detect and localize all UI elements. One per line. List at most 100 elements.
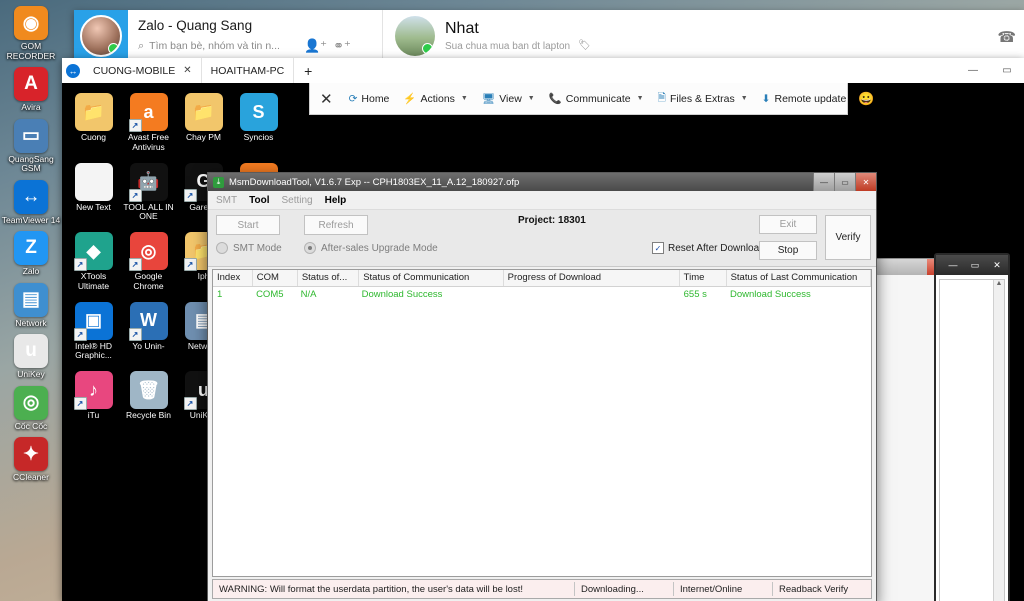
- text-file-icon: [74, 162, 113, 201]
- smiley-icon[interactable]: 😀: [858, 91, 874, 107]
- remote-desktop-icon[interactable]: New Text: [66, 162, 121, 223]
- table-cell-time: 655 s: [683, 289, 707, 300]
- host-desktop-icon[interactable]: ◉ GOM RECORDER: [0, 6, 62, 61]
- menu-item-tool[interactable]: Tool: [249, 195, 269, 206]
- start-button[interactable]: Start: [216, 215, 280, 235]
- minimize-button[interactable]: —: [956, 58, 990, 83]
- search-input[interactable]: ⌕ Tìm bạn bè, nhóm và tin n...: [138, 40, 298, 53]
- download-status-table: Index COM Status of... Status of Communicat…: [212, 269, 872, 577]
- refresh-button[interactable]: Refresh: [304, 215, 368, 235]
- background-window-secondary[interactable]: — ▭ ✕ ▲ ▼: [934, 253, 1010, 601]
- host-desktop-icon[interactable]: A Avira: [0, 67, 62, 113]
- phone-icon[interactable]: ☎: [997, 28, 1016, 46]
- add-friend-icon[interactable]: 👤⁺: [304, 38, 327, 54]
- shortcut-arrow-icon: ↗: [183, 397, 197, 411]
- teamviewer-window: ↔ CUONG-MOBILE ✕ HOAITHAM-PC + — ▭ 📁 Cuon…: [62, 58, 1024, 601]
- remote-desktop-icon[interactable]: 📁 Cuong: [66, 93, 121, 153]
- icon-label: New Text: [76, 201, 111, 212]
- toolbar-item-actions[interactable]: ⚡ Actions ▼: [397, 92, 473, 106]
- remote-desktop-icon[interactable]: S Syncios: [231, 93, 286, 153]
- column-header: Status of Communication: [359, 270, 504, 286]
- table-row[interactable]: 1 COM5 N/A Download Success 655 s Download Su…: [213, 287, 871, 302]
- host-desktop-icon[interactable]: u UniKey: [0, 334, 62, 380]
- menu-item-setting[interactable]: Setting: [281, 195, 312, 206]
- window-controls: — ▭: [956, 58, 1024, 83]
- remote-control-toolbar: ✕ ⟳ Home ⚡ Actions ▼ 🖥 View ▼ 📞 Communicate ▼ 🗎 File…: [309, 83, 874, 115]
- stop-button[interactable]: Stop: [759, 241, 817, 260]
- project-label: Project: 18301: [518, 215, 586, 226]
- maximize-button[interactable]: ▭: [964, 260, 986, 271]
- shortcut-arrow-icon: ↗: [73, 397, 87, 411]
- toolbar-item-home[interactable]: ⟳ Home: [343, 93, 396, 105]
- menu-item-help[interactable]: Help: [325, 195, 347, 206]
- scroll-up-arrow-icon[interactable]: ▲: [994, 280, 1004, 287]
- remote-desktop-icon[interactable]: ▣ ↗ Intel® HD Graphic...: [66, 301, 121, 362]
- add-group-icon[interactable]: ⚭⁺: [333, 38, 351, 54]
- remote-desktop-icon[interactable]: ◎ ↗ Google Chrome: [121, 232, 176, 292]
- remote-desktop-icon[interactable]: W ↗ Yo Unin-: [121, 301, 176, 362]
- maximize-button[interactable]: ▭: [990, 58, 1024, 83]
- minimize-button[interactable]: —: [942, 260, 964, 270]
- icon-label: Chay PM: [186, 132, 221, 142]
- remote-desktop-icon[interactable]: 📁 Chay PM: [176, 93, 231, 153]
- msm-titlebar[interactable]: ⤓ MsmDownloadTool, V1.6.7 Exp -- CPH1803…: [208, 173, 876, 191]
- after-sales-upgrade-mode-radio[interactable]: After-sales Upgrade Mode: [304, 242, 438, 254]
- toolbar-item-label: Files & Extras: [669, 92, 735, 105]
- window-controls: — ▭ ✕: [813, 173, 876, 191]
- scrollbar[interactable]: ▲ ▼: [993, 280, 1004, 601]
- table-cell-status-of-last-communication: Download Success: [730, 289, 811, 300]
- host-desktop-icon[interactable]: Z Zalo: [0, 231, 62, 277]
- window-title: MsmDownloadTool, V1.6.7 Exp -- CPH1803EX…: [229, 176, 520, 188]
- reset-after-download-checkbox[interactable]: ✓ Reset After Download: [652, 242, 765, 254]
- after-sales-mode-label: After-sales Upgrade Mode: [321, 242, 438, 254]
- close-icon[interactable]: ✕: [183, 65, 191, 76]
- maximize-button[interactable]: ▭: [834, 173, 855, 191]
- network-icon: ▤: [14, 282, 48, 317]
- icon-label: iTu: [87, 410, 100, 421]
- teamviewer-logo-icon: ↔: [62, 58, 84, 83]
- tab-cuong-mobile[interactable]: CUONG-MOBILE ✕: [84, 58, 202, 83]
- new-tab-button[interactable]: +: [294, 58, 322, 83]
- toolbar-item-view[interactable]: 🖥 View ▼: [476, 92, 541, 106]
- remote-desktop-icon[interactable]: 🗑 Recycle Bin: [121, 371, 176, 421]
- teamviewer-icon: ↔: [14, 179, 48, 214]
- remote-desktop-icon[interactable]: 🤖 ↗ TOOL ALL IN ONE: [121, 162, 176, 223]
- host-desktop-icon[interactable]: ↔ TeamViewer 14: [0, 179, 62, 226]
- toolbar-item-files-extras[interactable]: 🗎 Files & Extras ▼: [652, 90, 754, 108]
- menu-item-smt[interactable]: SMT: [216, 195, 237, 206]
- coccoc-icon: ◎: [14, 385, 48, 420]
- search-placeholder: Tìm bạn bè, nhóm và tin n...: [149, 40, 280, 52]
- msm-menubar: SMT Tool Setting Help: [208, 191, 876, 210]
- intel-hd-graphics-icon: ▣ ↗: [73, 301, 113, 341]
- host-desktop-icon[interactable]: ✦ CCleaner: [0, 437, 62, 483]
- home-icon: ⟳: [348, 92, 358, 105]
- folder-user-icon: 📁: [74, 93, 113, 131]
- teamviewer-tabbar: ↔ CUONG-MOBILE ✕ HOAITHAM-PC + — ▭: [62, 58, 1024, 84]
- avatar[interactable]: [395, 16, 435, 56]
- folder-media-icon: 📁: [184, 93, 223, 131]
- toolbar-item-label: View: [499, 92, 522, 105]
- smt-mode-radio[interactable]: SMT Mode: [216, 242, 282, 254]
- desktop-root: ◉ GOM RECORDER A Avira ▭ QuangSang GSM ↔ TeamVi…: [0, 0, 1024, 601]
- exit-button[interactable]: Exit: [759, 215, 817, 234]
- remote-desktop-icon[interactable]: ◆ ↗ XTools Ultimate: [66, 232, 121, 292]
- syncios-icon: S: [239, 93, 278, 131]
- icon-label: Network: [15, 317, 47, 328]
- toolbar-item-communicate[interactable]: 📞 Communicate ▼: [543, 92, 650, 106]
- tag-icon[interactable]: 🏷: [578, 40, 591, 51]
- shortcut-arrow-icon: ↗: [183, 258, 197, 272]
- avatar[interactable]: [80, 15, 122, 57]
- icon-label: Intel® HD Graphic...: [75, 340, 112, 361]
- host-desktop-icon[interactable]: ▤ Network: [0, 282, 62, 329]
- close-button[interactable]: ✕: [855, 173, 876, 191]
- host-desktop-icon[interactable]: ◎ Cốc Cốc: [0, 385, 62, 432]
- close-button[interactable]: ✕: [986, 260, 1008, 271]
- toolbar-item-remote-update[interactable]: ⬇ Remote update: [756, 93, 853, 105]
- close-session-button[interactable]: ✕: [318, 90, 341, 108]
- verify-button[interactable]: Verify: [825, 215, 871, 260]
- remote-desktop-icon[interactable]: ♪ ↗ iTu: [66, 371, 121, 421]
- minimize-button[interactable]: —: [813, 173, 834, 191]
- host-desktop-icon[interactable]: ▭ QuangSang GSM: [0, 118, 62, 174]
- tab-hoaitham-pc[interactable]: HOAITHAM-PC: [202, 58, 295, 83]
- remote-desktop-icon[interactable]: a ↗ Avast Free Antivirus: [121, 93, 176, 153]
